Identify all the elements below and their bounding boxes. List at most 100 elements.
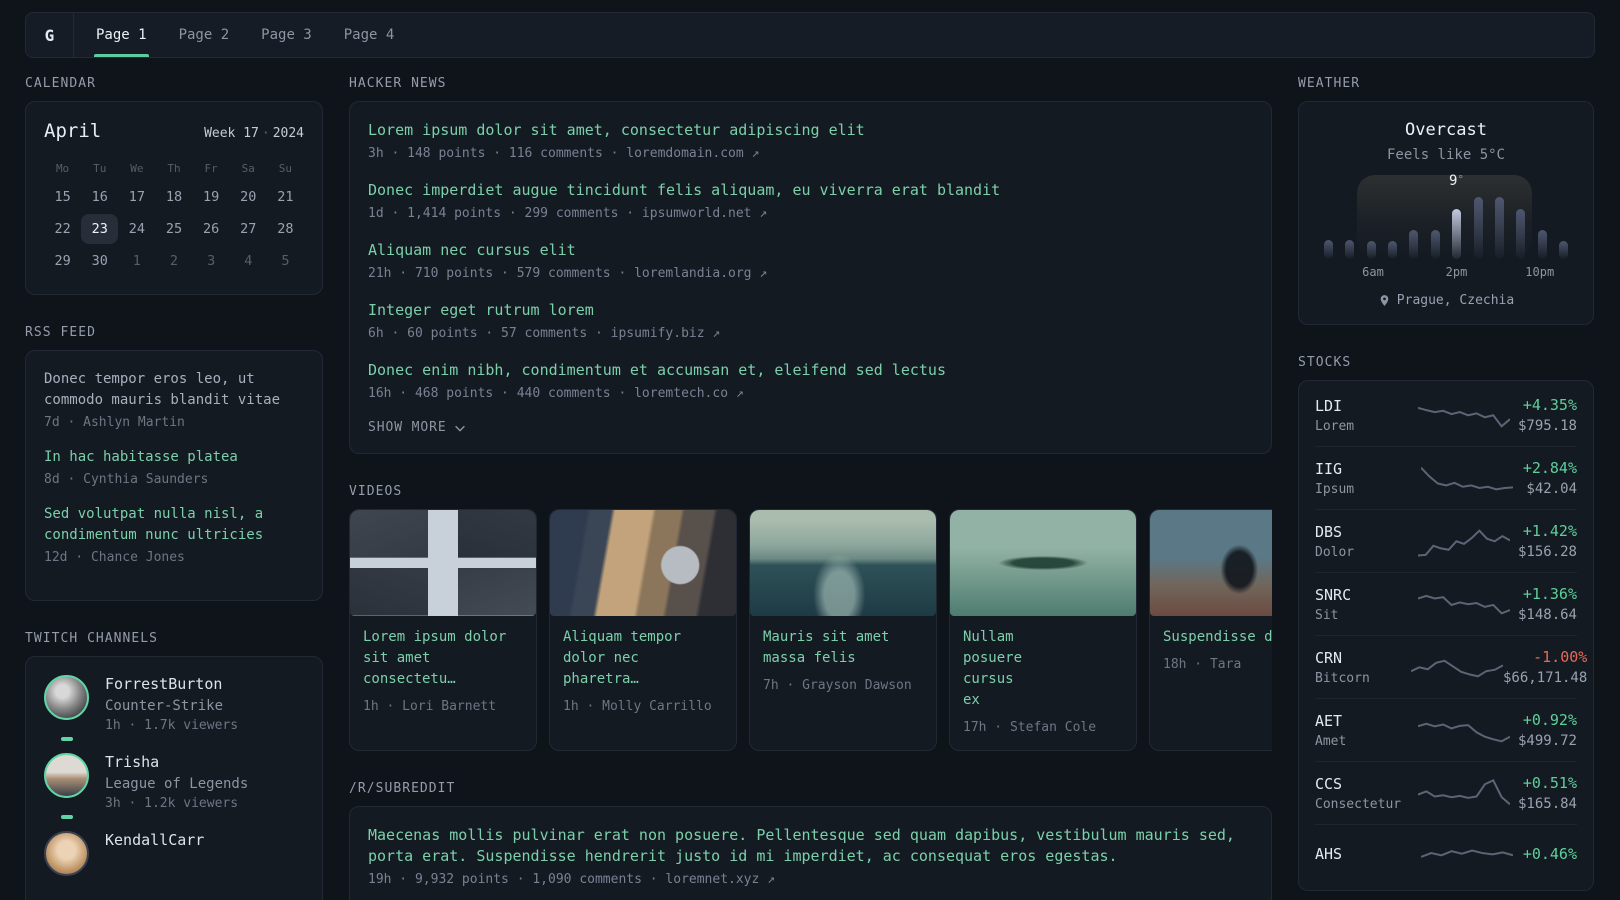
twitch-channel-name[interactable]: ForrestBurton [105, 675, 238, 693]
stock-price: $42.04 [1526, 481, 1577, 497]
app-logo[interactable]: G [26, 13, 74, 57]
stock-row[interactable]: AET Amet +0.92% $499.72 [1315, 698, 1577, 761]
video-thumbnail[interactable] [350, 510, 536, 616]
video-thumbnail[interactable] [750, 510, 936, 616]
hackernews-item: Donec imperdiet augue tincidunt felis al… [368, 180, 1253, 221]
stock-row[interactable]: LDI Lorem +4.35% $795.18 [1315, 384, 1577, 446]
video-card[interactable]: Lorem ipsum dolor sit amet consectetu… 1… [349, 509, 537, 751]
video-card[interactable]: Mauris sit amet massa felis 7h · Grayson… [749, 509, 937, 751]
calendar-day: 24 [128, 221, 145, 237]
twitch-channel-meta: 1h · 1.7k viewers [105, 718, 239, 733]
hackernews-item-link[interactable]: Integer eget rutrum lorem [368, 300, 1253, 321]
video-title-link[interactable]: Aliquam tempor dolor nec pharetra… [550, 616, 736, 690]
twitch-widget: TWITCH CHANNELS ForrestBurton Counter-St… [25, 631, 323, 900]
stock-name: Ipsum [1315, 481, 1355, 497]
stock-price: $795.18 [1517, 418, 1577, 434]
rss-item-link[interactable]: Donec tempor eros leo, ut commodo mauris… [44, 369, 304, 411]
hackernews-show-more-button[interactable]: SHOW MORE [368, 420, 1253, 435]
rss-item-link[interactable]: Sed volutpat nulla nisl, a condimentum n… [44, 504, 304, 546]
calendar-day: 19 [203, 189, 220, 205]
twitch-channel-row[interactable]: KendallCarr [44, 831, 304, 876]
calendar-day-header: Tu [93, 161, 107, 175]
video-card[interactable]: Aliquam tempor dolor nec pharetra… 1h · … [549, 509, 737, 751]
twitch-channel-name[interactable]: KendallCarr [105, 831, 204, 849]
twitch-section-title: TWITCH CHANNELS [25, 631, 158, 646]
calendar-day: 20 [240, 189, 257, 205]
calendar-day: 16 [91, 189, 108, 205]
twitch-avatar [44, 675, 90, 741]
rss-item: In hac habitasse platea 8d · Cynthia Sau… [44, 447, 304, 487]
calendar-day: 17 [128, 189, 145, 205]
stock-sparkline [1411, 585, 1518, 623]
calendar-week-year: Week 17 · 2024 [204, 126, 304, 141]
calendar-card: April Week 17 · 2024 Mo Tu We Th Fr Sa Su 15 16 … [25, 101, 323, 295]
video-card[interactable]: Nullam posuere cursus ex 17h · Stefan Co… [949, 509, 1137, 751]
weather-time-labels: 6am 2pm 10pm [1321, 263, 1571, 279]
video-meta: 7h · Grayson Dawson [763, 678, 912, 693]
video-thumbnail[interactable] [1150, 510, 1272, 616]
rss-item: Donec tempor eros leo, ut commodo mauris… [44, 369, 304, 430]
subreddit-post-link[interactable]: Maecenas mollis pulvinar erat non posuer… [368, 825, 1253, 867]
stock-identity: IIG Ipsum [1315, 460, 1411, 497]
sparkline-chart [1418, 396, 1510, 434]
hackernews-item-link[interactable]: Donec enim nibh, condimentum et accumsan… [368, 360, 1253, 381]
rss-item-link[interactable]: In hac habitasse platea [44, 447, 304, 468]
degree-symbol: ° [1457, 173, 1465, 186]
video-title-link[interactable]: Mauris sit amet massa felis [750, 616, 936, 669]
calendar-day-headers: Mo Tu We Th Fr Sa Su [44, 156, 304, 182]
video-thumbnail[interactable] [550, 510, 736, 616]
page-tab[interactable]: Page 2 [177, 13, 232, 57]
left-column: CALENDAR April Week 17 · 2024 Mo Tu We Th Fr Sa… [25, 76, 323, 900]
stock-sparkline [1411, 711, 1518, 749]
rss-item-meta: 7d · Ashlyn Martin [44, 415, 185, 430]
video-title-link[interactable]: Lorem ipsum dolor sit amet consectetu… [350, 616, 536, 690]
page-tab[interactable]: Page 3 [259, 13, 314, 57]
calendar-day: 23 [81, 214, 119, 244]
video-title-link[interactable]: Nullam posuere cursus ex [950, 616, 1051, 711]
stock-sparkline [1411, 396, 1518, 434]
calendar-day: 18 [165, 189, 183, 205]
stock-identity: CRN Bitcorn [1315, 649, 1411, 686]
sparkline-chart [1418, 522, 1510, 560]
sparkline-chart [1411, 648, 1503, 686]
calendar-widget: CALENDAR April Week 17 · 2024 Mo Tu We Th Fr Sa… [25, 76, 323, 295]
stock-row[interactable]: CCS Consectetur +0.51% $165.84 [1315, 761, 1577, 824]
calendar-day: 15 [54, 189, 71, 205]
hackernews-item-link[interactable]: Donec imperdiet augue tincidunt felis al… [368, 180, 1253, 201]
hackernews-item: Integer eget rutrum lorem 6h · 60 points… [368, 300, 1253, 341]
stock-row[interactable]: AHS +0.46% [1315, 824, 1577, 887]
twitch-channel-row[interactable]: Trisha League of Legends 3h · 1.2k viewe… [44, 753, 304, 819]
stock-change: +0.51% [1522, 774, 1577, 792]
twitch-avatar [44, 753, 90, 819]
stock-row[interactable]: SNRC Sit +1.36% $148.64 [1315, 572, 1577, 635]
hackernews-item-link[interactable]: Aliquam nec cursus elit [368, 240, 1253, 261]
stock-row[interactable]: IIG Ipsum +2.84% $42.04 [1315, 446, 1577, 509]
stock-row[interactable]: DBS Dolor +1.42% $156.28 [1315, 509, 1577, 572]
calendar-day: 3 [207, 253, 216, 269]
stock-row[interactable]: CRN Bitcorn -1.00% $66,171.48 [1315, 635, 1587, 698]
hackernews-item-link[interactable]: Lorem ipsum dolor sit amet, consectetur … [368, 120, 1253, 141]
stocks-widget: STOCKS LDI Lorem +4.35% $795.18 IIG Ipsu… [1298, 355, 1594, 891]
hackernews-widget: HACKER NEWS Lorem ipsum dolor sit amet, … [349, 76, 1272, 454]
video-thumbnail[interactable] [950, 510, 1136, 616]
stock-name: Dolor [1315, 544, 1355, 560]
calendar-section-title: CALENDAR [25, 76, 96, 91]
page-tab[interactable]: Page 4 [342, 13, 397, 57]
avatar [44, 675, 89, 720]
twitch-channel-name[interactable]: Trisha [105, 753, 248, 771]
sparkline-chart [1418, 711, 1510, 749]
weather-bar [1494, 197, 1504, 259]
video-card[interactable]: Suspendisse diam 18h · Tara [1149, 509, 1272, 751]
page-tab-label: Page 1 [96, 27, 147, 43]
subreddit-widget: /R/SUBREDDIT Maecenas mollis pulvinar er… [349, 781, 1272, 900]
twitch-channel-row[interactable]: ForrestBurton Counter-Strike 1h · 1.7k v… [44, 675, 304, 741]
videos-section-title: VIDEOS [349, 484, 403, 499]
calendar-day: 29 [54, 253, 71, 269]
page-tab[interactable]: Page 1 [94, 13, 149, 57]
video-title-link[interactable]: Suspendisse diam [1150, 616, 1272, 648]
rss-item-meta: 8d · Cynthia Saunders [44, 472, 209, 487]
stock-ticker: IIG [1315, 459, 1343, 478]
stock-price: $66,171.48 [1503, 670, 1588, 686]
page-tabs: Page 1 Page 2 Page 3 Page 4 [74, 13, 396, 57]
rss-item: Sed volutpat nulla nisl, a condimentum n… [44, 504, 304, 565]
